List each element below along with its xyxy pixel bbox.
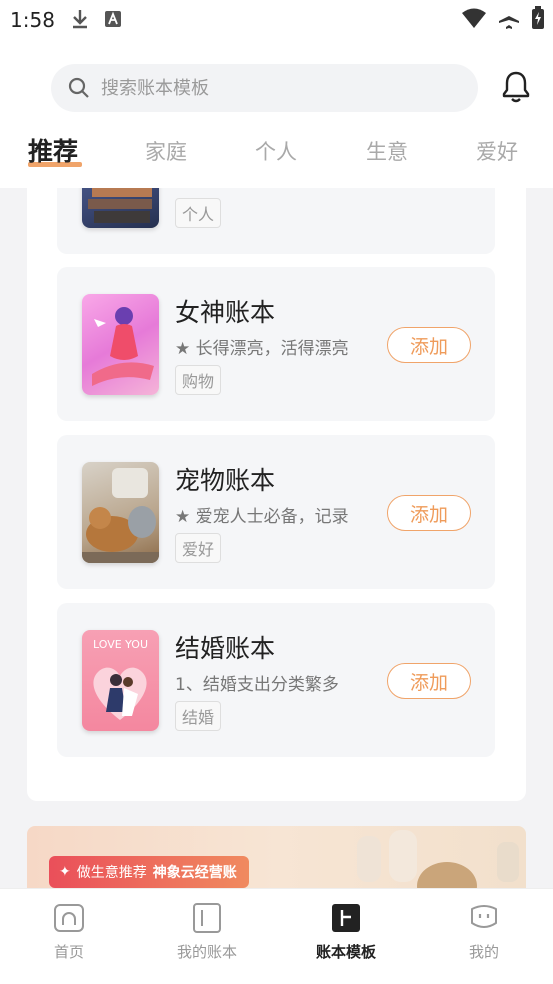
thumbnail-caption: LOVE YOU [93, 638, 148, 651]
nav-label: 首页 [53, 943, 84, 961]
promo-banner[interactable]: ✦ 做生意推荐 神象云经营账 [27, 826, 526, 890]
book-icon [193, 903, 221, 933]
nav-templates[interactable]: 账本模板 [291, 901, 401, 962]
bottom-nav: 首页 我的账本 账本模板 我的 [0, 888, 553, 984]
search-bar[interactable] [51, 64, 478, 112]
template-description: 1、结婚支出分类繁多 [175, 675, 339, 695]
template-title: 女神账本 [175, 298, 276, 327]
category-tabs: 推荐 家庭 个人 生意 爱好 [0, 132, 553, 188]
add-button[interactable]: 添加 [387, 663, 471, 699]
template-description: ★ 长得漂亮，活得漂亮 [175, 339, 349, 359]
books-illustration [88, 188, 152, 223]
tab-personal[interactable]: 个人 [255, 136, 297, 166]
sparkle-icon: ✦ [59, 864, 71, 880]
tab-family[interactable]: 家庭 [145, 136, 187, 166]
template-thumbnail [82, 188, 159, 228]
download-icon [73, 10, 87, 29]
nav-label: 账本模板 [315, 943, 376, 961]
nav-home[interactable]: 首页 [14, 901, 124, 962]
bell-icon[interactable] [500, 70, 532, 104]
nav-label: 我的账本 [176, 943, 237, 961]
template-icon [332, 904, 360, 932]
home-icon [54, 904, 84, 932]
template-tag: 结婚 [175, 701, 222, 731]
search-icon [68, 77, 89, 98]
nav-my-books[interactable]: 我的账本 [152, 901, 262, 962]
nav-label: 我的 [468, 943, 499, 961]
search-input[interactable] [101, 77, 431, 99]
goddess-illustration [92, 307, 154, 386]
tab-hobby[interactable]: 爱好 [476, 136, 518, 166]
template-tag: 爱好 [175, 533, 222, 563]
list-item[interactable]: 女神账本 ★ 长得漂亮，活得漂亮 购物 添加 [57, 267, 495, 421]
airplane-icon [499, 8, 519, 29]
profile-icon [471, 905, 497, 928]
add-button[interactable]: 添加 [387, 327, 471, 363]
add-button[interactable]: 添加 [387, 495, 471, 531]
header: 推荐 家庭 个人 生意 爱好 [0, 38, 553, 188]
tab-recommend[interactable]: 推荐 [28, 132, 78, 168]
battery-icon [532, 6, 544, 29]
nav-profile[interactable]: 我的 [429, 901, 539, 962]
template-description: ★ 爱宠人士必备，记录 [175, 507, 349, 527]
promo-badge[interactable]: ✦ 做生意推荐 神象云经营账 [49, 856, 249, 888]
tab-business[interactable]: 生意 [366, 136, 408, 166]
template-title: 宠物账本 [175, 466, 276, 495]
template-thumbnail [82, 294, 159, 395]
template-thumbnail: LOVE YOU [82, 630, 159, 731]
promo-text: 做生意推荐 [76, 865, 147, 881]
promo-brand: 神象云经营账 [152, 865, 237, 881]
list-item[interactable]: 宠物账本 ★ 爱宠人士必备，记录 爱好 添加 [57, 435, 495, 589]
template-tag: 购物 [175, 365, 222, 395]
wifi-icon [462, 8, 486, 28]
app-a-icon [105, 11, 121, 27]
list-item[interactable]: LOVE YOU 结婚账本 1、结婚支出分类繁多 结婚 添加 [57, 603, 495, 757]
pet-illustration [82, 468, 159, 563]
template-title: 结婚账本 [175, 634, 276, 663]
list-item[interactable]: 个人 添加 [57, 188, 495, 254]
status-bar: 1:58 [0, 0, 553, 38]
template-thumbnail [82, 462, 159, 563]
template-tag: 个人 [175, 198, 222, 228]
status-time: 1:58 [10, 8, 55, 32]
template-list: 个人 添加 女神账本 ★ 长得漂亮，活得漂亮 购物 添加 [27, 188, 526, 801]
